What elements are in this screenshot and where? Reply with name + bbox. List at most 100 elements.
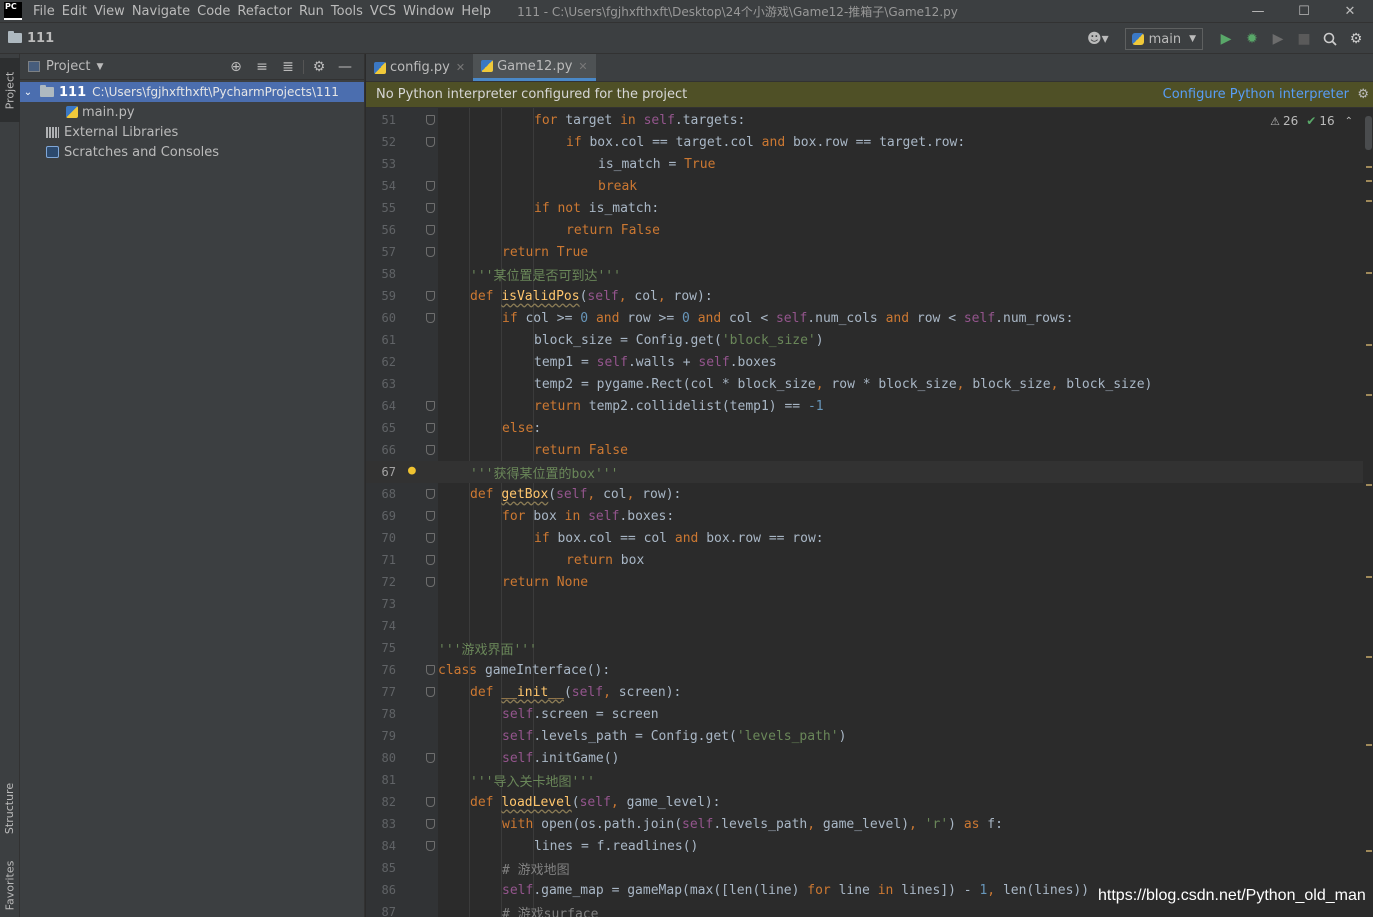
- menu-run[interactable]: Run: [298, 4, 330, 19]
- stripe-mark[interactable]: [1366, 272, 1372, 274]
- code-line[interactable]: 69 for box in self.boxes:: [366, 505, 1373, 527]
- code-line[interactable]: 76 class gameInterface():: [366, 659, 1373, 681]
- maximize-button[interactable]: ☐: [1281, 0, 1327, 22]
- code-line[interactable]: 80 self.initGame(): [366, 747, 1373, 769]
- fold-icon[interactable]: [426, 247, 435, 257]
- code-line[interactable]: 58 '''某位置是否可到达''': [366, 263, 1373, 285]
- fold-icon[interactable]: [426, 225, 435, 235]
- line-number[interactable]: 60: [366, 311, 396, 325]
- stop-icon[interactable]: ■: [1291, 28, 1317, 50]
- line-number[interactable]: 76: [366, 663, 396, 677]
- line-number[interactable]: 75: [366, 641, 396, 655]
- fold-icon[interactable]: [426, 137, 435, 147]
- lightbulb-icon[interactable]: ●: [408, 463, 416, 478]
- chevron-down-icon[interactable]: ⌄: [20, 87, 36, 98]
- stripe-mark[interactable]: [1366, 744, 1372, 746]
- line-number[interactable]: 73: [366, 597, 396, 611]
- code-line[interactable]: 67 ● '''获得某位置的box''': [366, 461, 1373, 483]
- fold-icon[interactable]: [426, 841, 435, 851]
- code-line[interactable]: 57 return True: [366, 241, 1373, 263]
- fold-icon[interactable]: [426, 181, 435, 191]
- user-icon[interactable]: ☻▾: [1087, 31, 1109, 47]
- fold-icon[interactable]: [426, 753, 435, 763]
- code-line[interactable]: 62 temp1 = self.walls + self.boxes: [366, 351, 1373, 373]
- line-number[interactable]: 56: [366, 223, 396, 237]
- line-number[interactable]: 79: [366, 729, 396, 743]
- fold-icon[interactable]: [426, 797, 435, 807]
- line-number[interactable]: 81: [366, 773, 396, 787]
- fold-icon[interactable]: [426, 489, 435, 499]
- line-number[interactable]: 69: [366, 509, 396, 523]
- fold-icon[interactable]: [426, 665, 435, 675]
- tab-game12-py[interactable]: Game12.py ✕: [473, 54, 596, 81]
- code-editor[interactable]: 51 for target in self.targets: 52 if box.co…: [366, 108, 1373, 917]
- code-line[interactable]: 54 break: [366, 175, 1373, 197]
- code-line[interactable]: 55 if not is_match:: [366, 197, 1373, 219]
- line-number[interactable]: 78: [366, 707, 396, 721]
- fold-icon[interactable]: [426, 511, 435, 521]
- stripe-mark[interactable]: [1366, 576, 1372, 578]
- fold-icon[interactable]: [426, 577, 435, 587]
- expand-all-icon[interactable]: ≡: [249, 59, 275, 75]
- line-number[interactable]: 62: [366, 355, 396, 369]
- stripe-mark[interactable]: [1366, 166, 1372, 168]
- tree-item-external-libraries[interactable]: External Libraries: [20, 122, 364, 142]
- stripe-mark[interactable]: [1366, 344, 1372, 346]
- code-line[interactable]: 59 def isValidPos(self, col, row):: [366, 285, 1373, 307]
- menu-help[interactable]: Help: [460, 4, 497, 19]
- search-icon[interactable]: [1317, 28, 1343, 50]
- tree-item-main-py[interactable]: main.py: [20, 102, 364, 122]
- code-line[interactable]: 52 if box.col == target.col and box.row =…: [366, 131, 1373, 153]
- code-line[interactable]: 82 def loadLevel(self, game_level):: [366, 791, 1373, 813]
- line-number[interactable]: 85: [366, 861, 396, 875]
- code-line[interactable]: 66 return False: [366, 439, 1373, 461]
- code-line[interactable]: 65 else:: [366, 417, 1373, 439]
- menu-refactor[interactable]: Refactor: [236, 4, 298, 19]
- stripe-mark[interactable]: [1366, 394, 1372, 396]
- code-line[interactable]: 56 return False: [366, 219, 1373, 241]
- line-number[interactable]: 64: [366, 399, 396, 413]
- collapse-all-icon[interactable]: ≣: [275, 59, 301, 75]
- code-line[interactable]: 64 return temp2.collidelist(temp1) == -1: [366, 395, 1373, 417]
- fold-icon[interactable]: [426, 819, 435, 829]
- menu-edit[interactable]: Edit: [61, 4, 93, 19]
- close-button[interactable]: ✕: [1327, 0, 1373, 22]
- tool-tab-structure[interactable]: Structure: [0, 772, 20, 844]
- menu-vcs[interactable]: VCS: [369, 4, 402, 19]
- run-icon[interactable]: ▶: [1213, 28, 1239, 50]
- tree-item-root[interactable]: ⌄ 111 C:\Users\fgjhxfthxft\PycharmProjec…: [20, 82, 364, 102]
- line-number[interactable]: 72: [366, 575, 396, 589]
- code-line[interactable]: 61 block_size = Config.get('block_size'): [366, 329, 1373, 351]
- stripe-mark[interactable]: [1366, 180, 1372, 182]
- line-number[interactable]: 66: [366, 443, 396, 457]
- code-line[interactable]: 81 '''导入关卡地图''': [366, 769, 1373, 791]
- line-number[interactable]: 61: [366, 333, 396, 347]
- line-number[interactable]: 53: [366, 157, 396, 171]
- tool-tab-project[interactable]: Project: [0, 58, 20, 122]
- fold-icon[interactable]: [426, 533, 435, 543]
- code-line[interactable]: 73: [366, 593, 1373, 615]
- code-line[interactable]: 75 '''游戏界面''': [366, 637, 1373, 659]
- project-view-selector[interactable]: Project: [46, 59, 90, 74]
- fold-icon[interactable]: [426, 423, 435, 433]
- close-icon[interactable]: ✕: [578, 60, 587, 73]
- line-number[interactable]: 77: [366, 685, 396, 699]
- fold-icon[interactable]: [426, 313, 435, 323]
- close-icon[interactable]: ✕: [456, 61, 465, 74]
- menu-navigate[interactable]: Navigate: [131, 4, 196, 19]
- scrollbar-thumb[interactable]: [1365, 116, 1372, 150]
- stripe-mark[interactable]: [1366, 200, 1372, 202]
- locate-icon[interactable]: ⊕: [223, 59, 249, 75]
- code-line[interactable]: 60 if col >= 0 and row >= 0 and col < sel…: [366, 307, 1373, 329]
- debug-icon[interactable]: ✹: [1239, 28, 1265, 50]
- fold-icon[interactable]: [426, 555, 435, 565]
- menu-window[interactable]: Window: [402, 4, 460, 19]
- line-number[interactable]: 58: [366, 267, 396, 281]
- fold-icon[interactable]: [426, 115, 435, 125]
- line-number[interactable]: 59: [366, 289, 396, 303]
- code-line[interactable]: 71 return box: [366, 549, 1373, 571]
- menu-code[interactable]: Code: [196, 4, 236, 19]
- stripe-mark[interactable]: [1366, 656, 1372, 658]
- settings-icon[interactable]: ⚙: [1343, 28, 1369, 50]
- line-number[interactable]: 87: [366, 905, 396, 917]
